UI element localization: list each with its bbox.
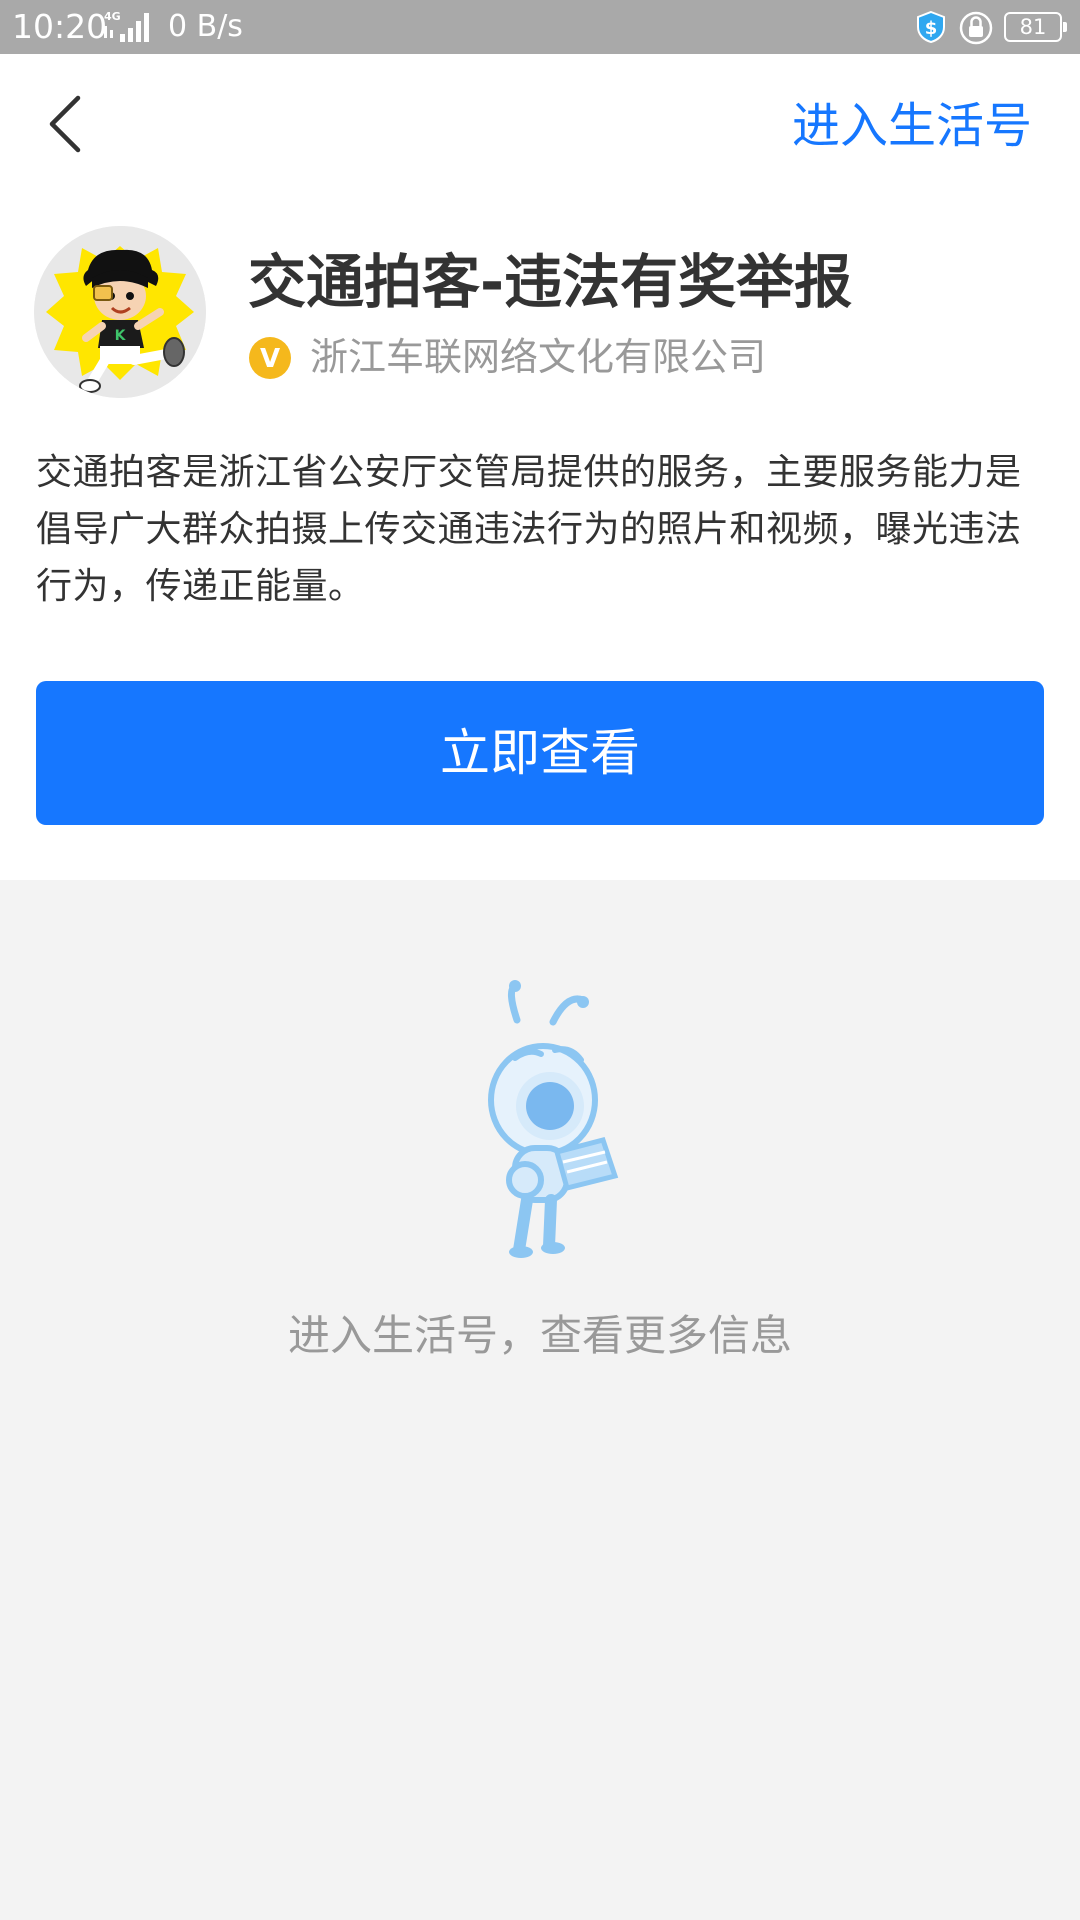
signal-icon: 4G (104, 10, 149, 42)
company-name: 浙江车联网络文化有限公司 (310, 335, 767, 379)
battery-level: 81 (1019, 15, 1047, 39)
account-description: 交通拍客是浙江省公安厅交管局提供的服务，主要服务能力是倡导广大群众拍摄上传交通违… (36, 452, 1022, 607)
svg-text:K: K (115, 328, 127, 344)
enter-life-account-link[interactable]: 进入生活号 (792, 94, 1032, 158)
chevron-left-icon[interactable] (38, 92, 94, 156)
svg-text:V: V (260, 344, 280, 374)
battery-icon: 81 (1004, 12, 1067, 42)
shield-icon: $ (917, 10, 945, 44)
view-now-button[interactable]: 立即查看 (36, 681, 1044, 825)
account-name: 交通拍客-违法有奖举报 (248, 248, 853, 316)
network-speed: 0 B/s (168, 9, 243, 44)
avatar: K (34, 226, 206, 398)
svg-text:$: $ (925, 18, 938, 39)
cartoon-avatar: K (34, 226, 206, 398)
status-bar: 10:20 4G 0 B/s $ 81 (0, 0, 1080, 54)
status-time: 10:20 (12, 7, 108, 46)
empty-state-hint: 进入生活号，查看更多信息 (287, 1311, 792, 1360)
network-type-label: 4G (104, 10, 121, 23)
lock-icon (959, 11, 993, 45)
ant-mascot-icon (488, 980, 619, 1258)
verified-v-icon: V (249, 337, 291, 379)
